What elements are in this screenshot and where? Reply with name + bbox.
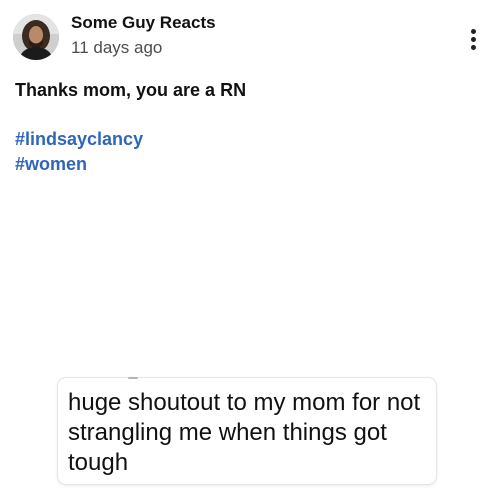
hashtag-link[interactable]: #women (15, 154, 87, 175)
more-options-button[interactable] (464, 26, 484, 54)
post-text: Thanks mom, you are a RN (15, 80, 247, 100)
post-header: Some Guy Reacts 11 days ago (0, 0, 494, 72)
post-card: Some Guy Reacts 11 days ago Thanks mom, … (0, 0, 494, 500)
media-preview[interactable]: huge shoutout to my mom for not strangli… (57, 377, 437, 485)
vertical-ellipsis-dot (471, 37, 476, 42)
hashtag-link[interactable]: #lindsayclancy (15, 129, 143, 150)
media-notch (128, 377, 138, 379)
avatar[interactable] (13, 14, 59, 60)
vertical-ellipsis-icon (471, 29, 476, 34)
vertical-ellipsis-dot (471, 45, 476, 50)
post-timestamp: 11 days ago (71, 38, 163, 57)
avatar-photo-icon (13, 14, 59, 60)
media-caption: huge shoutout to my mom for not strangli… (68, 389, 421, 476)
author-name[interactable]: Some Guy Reacts (71, 13, 216, 33)
